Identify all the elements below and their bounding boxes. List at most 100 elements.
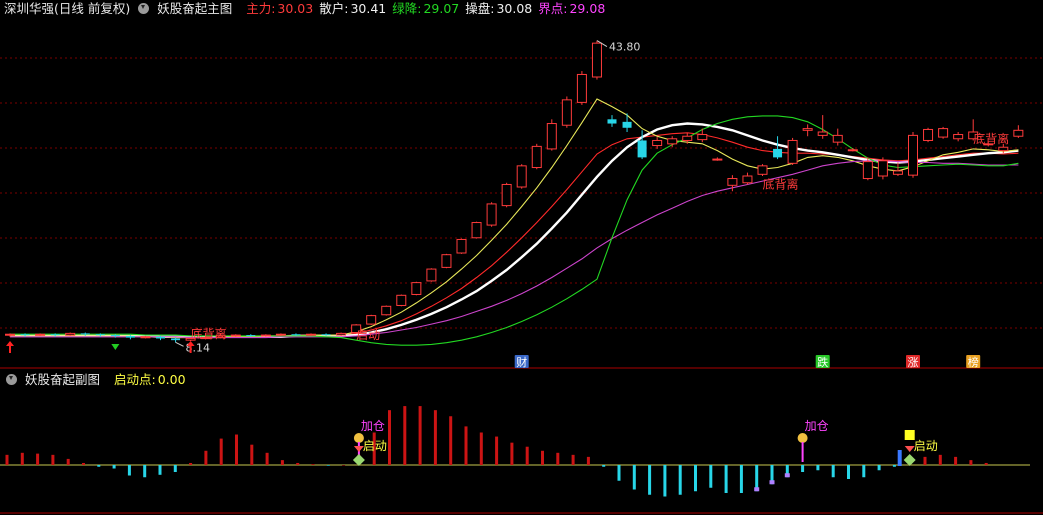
legend-value: 29.07 xyxy=(423,1,460,16)
series-line xyxy=(10,115,1019,346)
candle xyxy=(306,333,316,336)
money-bag-icon xyxy=(797,433,808,462)
bar-tip xyxy=(769,480,775,485)
candle-body xyxy=(938,128,949,138)
chart-stage: 43.80 8.14 底背离 启动 底背离 底背离财跌涨榜 加仓 启动 加仓 启动 深圳华强(日… xyxy=(0,0,1043,515)
candle-body xyxy=(321,334,331,336)
candle-body xyxy=(275,333,286,336)
candle xyxy=(486,202,497,227)
candle-body xyxy=(561,99,572,126)
candle-body xyxy=(953,134,964,140)
histogram-bar xyxy=(709,465,713,488)
candle-body xyxy=(260,334,271,337)
candle-body xyxy=(5,333,15,336)
candle xyxy=(591,40,602,80)
candle-body xyxy=(591,42,602,78)
histogram-bar xyxy=(158,465,162,475)
bar-tip xyxy=(784,473,790,478)
candle xyxy=(275,333,286,336)
sub-chart[interactable]: 加仓启动 加仓启动 xyxy=(0,370,1043,515)
histogram-bar xyxy=(311,464,315,465)
histogram-bar xyxy=(464,426,468,465)
series-line xyxy=(10,122,1019,338)
histogram-bar xyxy=(66,458,70,465)
histogram-bar xyxy=(892,465,896,467)
legend-value: 30.03 xyxy=(277,1,314,16)
candle xyxy=(230,334,241,337)
candle xyxy=(501,182,512,208)
candle-body xyxy=(727,178,738,186)
candle-body xyxy=(80,333,90,335)
bottom-tag-text: 涨 xyxy=(908,356,919,369)
signal-bar xyxy=(897,450,902,466)
candle-body xyxy=(486,203,497,226)
candle-body xyxy=(65,332,76,336)
legend-label: 主力: xyxy=(246,1,276,16)
histogram-bar xyxy=(923,456,927,465)
settings-icon[interactable] xyxy=(6,374,17,385)
candle-body xyxy=(156,336,165,339)
main-chart[interactable]: 43.808.14底背离 启动底背离底背离财跌涨榜 xyxy=(0,0,1043,370)
histogram-bar xyxy=(847,465,850,479)
candle xyxy=(516,164,527,189)
candle-body xyxy=(246,335,256,337)
histogram-bar xyxy=(938,454,942,465)
histogram-bar xyxy=(388,410,391,465)
sub-header: 妖股奋起副图 启动点: 0.00 xyxy=(4,371,194,389)
candle xyxy=(531,143,542,170)
stock-title[interactable]: 深圳华强(日线 前复权) xyxy=(4,1,130,16)
candle xyxy=(607,115,617,127)
legend-item: 绿降: 29.07 xyxy=(392,1,459,16)
legend-value: 30.41 xyxy=(350,1,387,16)
histogram-bar xyxy=(127,465,131,476)
histogram-bar xyxy=(235,434,238,465)
low-marker xyxy=(175,341,184,347)
candle xyxy=(426,268,437,282)
candle xyxy=(877,157,888,180)
candle-body xyxy=(787,139,798,164)
candle xyxy=(712,157,723,161)
sub-indicator-name: 妖股奋起副图 xyxy=(24,372,100,387)
candle-body xyxy=(125,335,135,338)
candle xyxy=(923,127,934,143)
bottom-tag: 榜 xyxy=(966,355,981,369)
legend-label: 散户: xyxy=(319,1,349,16)
candle-body xyxy=(998,146,1009,152)
bottom-tag: 跌 xyxy=(815,355,830,369)
histogram-bar xyxy=(418,406,422,465)
candle-body xyxy=(697,134,708,141)
histogram-bar xyxy=(862,465,866,478)
histogram-bar xyxy=(219,438,223,465)
histogram-bar xyxy=(204,450,208,465)
histogram-bar xyxy=(525,446,529,465)
histogram-bar xyxy=(296,462,300,465)
histogram-bar xyxy=(617,465,621,481)
signal-label: 启动 xyxy=(363,439,387,453)
buy-arrow-icon xyxy=(6,341,14,353)
legend-label: 操盘: xyxy=(465,1,495,16)
histogram-bar xyxy=(326,465,330,466)
histogram-bar xyxy=(541,450,544,465)
candle-body xyxy=(923,128,934,141)
candle-body xyxy=(411,282,422,295)
candle xyxy=(1013,125,1024,138)
candle xyxy=(757,164,768,176)
candle xyxy=(652,137,663,149)
candle-body xyxy=(652,139,663,147)
histogram-bar xyxy=(280,460,284,465)
histogram-bar xyxy=(20,452,24,465)
candle-body xyxy=(667,138,678,145)
candle-body xyxy=(908,134,918,176)
candle xyxy=(381,305,392,316)
histogram-bar xyxy=(984,462,988,465)
candle-body xyxy=(426,268,437,282)
histogram-bar xyxy=(724,465,728,493)
settings-icon[interactable] xyxy=(138,3,150,14)
candle xyxy=(908,132,918,178)
candle xyxy=(742,172,753,185)
histogram-bar xyxy=(694,465,697,492)
candle-body xyxy=(877,160,888,177)
candle-body xyxy=(802,128,813,131)
candle xyxy=(576,71,587,105)
candle xyxy=(953,132,964,142)
